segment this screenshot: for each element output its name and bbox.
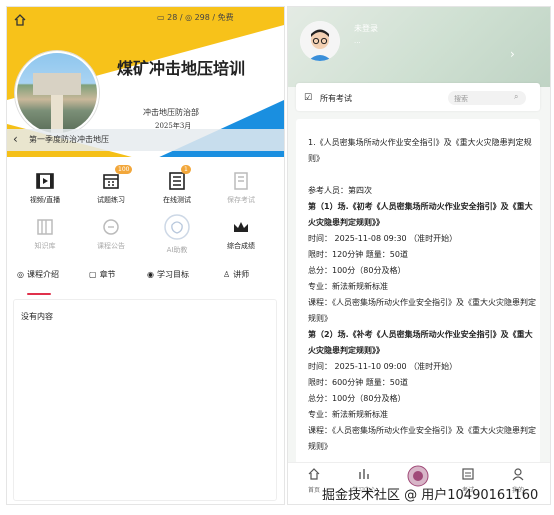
lecturer-icon: ♙ xyxy=(223,270,231,279)
test-badge: 1 xyxy=(181,165,191,174)
empty-content-text: 没有内容 xyxy=(21,312,53,321)
exam-line: 课程：《人员密集场所动火作业安全指引》及《重大火灾隐患判定规则》 xyxy=(308,298,536,323)
login-status[interactable]: 未登录 xyxy=(354,23,378,34)
exam-details: 1.《人员密集场所动火作业安全指引》及《重大火灾隐患判定规则》 参考人员：第四次… xyxy=(308,135,538,455)
menu-save-exam[interactable]: 保存考试 xyxy=(211,171,271,205)
exam-line: 专业：新法新规新标准 xyxy=(308,410,388,419)
tab-goals[interactable]: ◉ 学习目标 xyxy=(147,269,189,280)
crown-icon xyxy=(231,217,251,237)
tab-lecturer[interactable]: ♙ 讲师 xyxy=(223,269,249,280)
course-title: 煤矿冲击地压培训 xyxy=(117,59,246,78)
search-icon[interactable]: ⌕ xyxy=(514,92,518,102)
intro-icon: ◎ xyxy=(17,270,24,279)
video-count-icon: ▭ xyxy=(157,13,165,22)
course-photo xyxy=(15,51,99,135)
home-icon[interactable] xyxy=(13,13,27,27)
exam-section-title: 所有考试 xyxy=(320,94,352,103)
exam-line: 时间： 2025-11-10 09:00 （准时开始） xyxy=(308,362,458,371)
exam-panel: 未登录 ... › ☑ 所有考试 搜索 ⌕ 1.《人员密集场所动火作业安全指引》… xyxy=(287,6,551,505)
course-tabs: ◎ 课程介绍 ▢ 章节 ◉ 学习目标 ♙ 讲师 xyxy=(7,269,284,295)
film-icon xyxy=(35,171,55,191)
exam-line: 时间： 2025-11-08 09:30 （准时开始） xyxy=(308,234,458,243)
chapter-icon: ▢ xyxy=(89,270,97,279)
exam-line: 课程：《人员密集场所动火作业安全指引》及《重大火灾隐患判定规则》 xyxy=(308,426,536,451)
book-icon xyxy=(35,217,55,237)
tab-chapters[interactable]: ▢ 章节 xyxy=(89,269,116,280)
exam-line: 限时：600分钟 题量：50道 xyxy=(308,378,408,387)
exam-line: 参考人员：第四次 xyxy=(308,186,372,195)
megaphone-icon xyxy=(101,217,121,237)
learning-nav-icon xyxy=(359,469,369,479)
menu-announcement[interactable]: 课程公告 xyxy=(81,217,141,251)
intro-content-box xyxy=(13,299,277,501)
document-icon xyxy=(231,171,251,191)
exam-line: 第（2）场.《补考《人员密集场所动火作业安全指引》及《重大火灾隐患判定规则》》 xyxy=(308,330,533,355)
menu-practice[interactable]: 100 试题练习 xyxy=(81,165,141,205)
home-nav-icon xyxy=(308,468,320,480)
edit-list-icon: ☑ xyxy=(304,93,313,103)
search-placeholder: 搜索 xyxy=(454,95,468,103)
exam-line: 第（1）场.《初考《人员密集场所动火作业安全指引》及《重大火灾隐患判定规则》》 xyxy=(308,202,533,227)
course-panel: ▭ 28 / ◎ 298 / 免费 煤矿冲击地压培训 冲击地压防治部 2025年… xyxy=(6,6,285,505)
user-nav-icon xyxy=(512,468,524,481)
checklist-icon: 1 xyxy=(167,165,191,191)
watermark: 掘金技术社区 @ 用户10490161160 xyxy=(322,488,539,503)
exam-nav-icon xyxy=(462,468,474,480)
login-subtext: ... xyxy=(354,37,361,45)
back-arrow-icon[interactable]: ‹ xyxy=(13,132,18,146)
menu-video-live[interactable]: 视频/直播 xyxy=(15,171,75,205)
exam-line: 专业：新法新规新标准 xyxy=(308,282,388,291)
calendar-icon: 100 xyxy=(101,165,133,191)
tab-intro[interactable]: ◎ 课程介绍 xyxy=(17,269,59,280)
ai-brain-icon xyxy=(163,213,191,241)
status-counts: ▭ 28 / ◎ 298 / 免费 xyxy=(157,13,234,22)
menu-knowledge[interactable]: 知识库 xyxy=(15,217,75,251)
practice-badge: 100 xyxy=(115,165,133,174)
back-label: 第一季度防治冲击地压 xyxy=(29,135,109,144)
menu-online-test[interactable]: 1 在线测试 xyxy=(147,165,207,205)
active-tab-indicator xyxy=(27,293,51,295)
menu-overall-score[interactable]: 综合成绩 xyxy=(211,217,271,251)
avatar[interactable] xyxy=(300,21,340,61)
menu-ai-assistant[interactable]: AI助教 xyxy=(147,213,207,255)
exam-line: 总分：100分（80分及格） xyxy=(308,394,406,403)
exam-line xyxy=(308,167,538,183)
goal-icon: ◉ xyxy=(147,270,154,279)
course-department: 冲击地压防治部 xyxy=(143,108,199,117)
exam-line: 总分：100分（80分及格） xyxy=(308,266,406,275)
exam-line: 限时：120分钟 题量：50道 xyxy=(308,250,408,259)
chevron-right-icon[interactable]: › xyxy=(510,47,515,61)
exam-line: 1.《人员密集场所动火作业安全指引》及《重大火灾隐患判定规则》 xyxy=(308,138,532,163)
